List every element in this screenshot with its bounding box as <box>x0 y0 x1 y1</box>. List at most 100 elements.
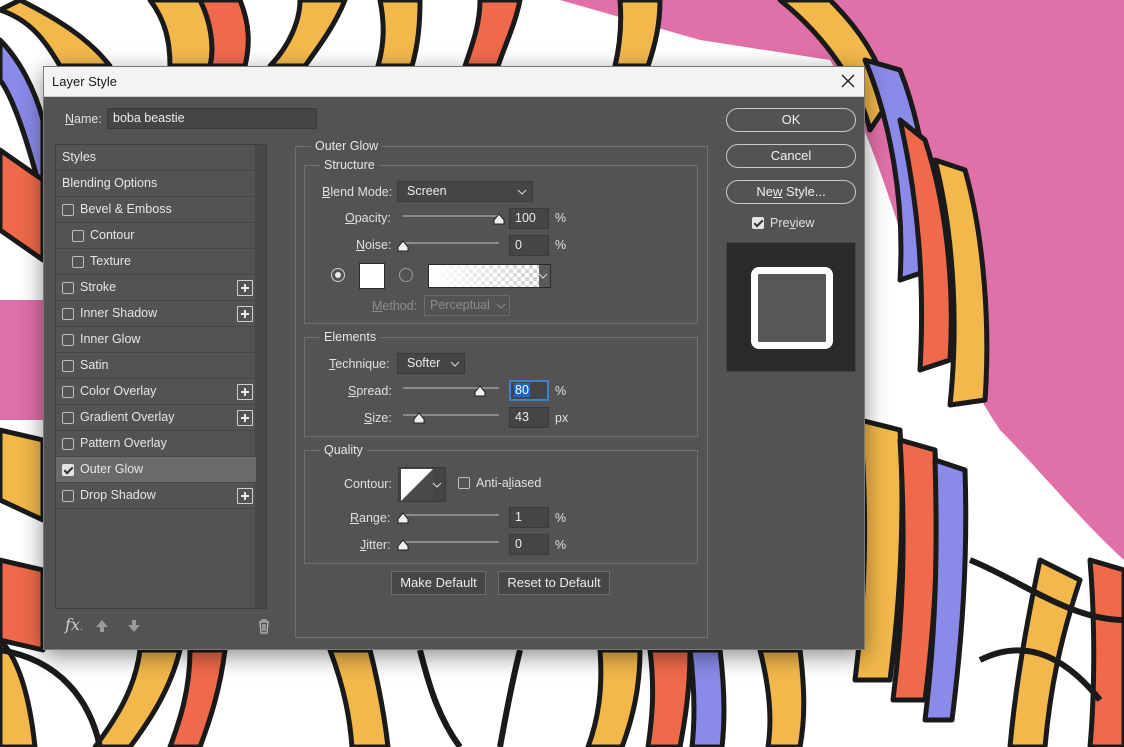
style-list-item-inner-glow[interactable]: Inner Glow <box>56 327 256 353</box>
range-slider-track[interactable] <box>403 514 499 516</box>
style-list-item-styles[interactable]: Styles <box>56 145 256 171</box>
style-list-item-label: Texture <box>90 254 131 268</box>
jitter-unit: % <box>555 538 567 552</box>
style-preview <box>726 242 856 372</box>
size-label: Size: <box>364 411 392 425</box>
style-checkbox[interactable] <box>62 282 74 294</box>
noise-input[interactable]: 0 <box>509 235 549 256</box>
solid-color-radio[interactable] <box>331 268 345 282</box>
new-style-button[interactable]: New Style... <box>726 180 856 204</box>
make-default-button[interactable]: Make Default <box>391 571 486 595</box>
style-list-item-inner-shadow[interactable]: Inner Shadow <box>56 301 256 327</box>
style-list-item-gradient-overlay[interactable]: Gradient Overlay <box>56 405 256 431</box>
style-list-item-contour[interactable]: Contour <box>56 223 256 249</box>
opacity-label: Opacity: <box>345 211 391 225</box>
style-checkbox[interactable] <box>62 334 74 346</box>
method-value: Perceptual <box>430 298 490 312</box>
style-checkbox[interactable] <box>62 360 74 372</box>
name-field[interactable]: boba beastie <box>107 108 317 129</box>
style-list-item-outer-glow[interactable]: Outer Glow <box>56 457 256 483</box>
spread-slider-thumb[interactable] <box>474 385 486 397</box>
preview-checkbox[interactable] <box>752 217 764 229</box>
reset-to-default-button[interactable]: Reset to Default <box>498 571 610 595</box>
style-checkbox[interactable] <box>62 204 74 216</box>
opacity-slider-thumb[interactable] <box>493 213 505 225</box>
jitter-input[interactable]: 0 <box>509 534 549 555</box>
style-checkbox[interactable] <box>62 386 74 398</box>
add-icon[interactable] <box>237 410 253 426</box>
spread-unit: % <box>555 384 567 398</box>
add-icon[interactable] <box>237 488 253 504</box>
range-input[interactable]: 1 <box>509 507 549 528</box>
style-list-item-blending-options[interactable]: Blending Options <box>56 171 256 197</box>
cancel-button[interactable]: Cancel <box>726 144 856 168</box>
window-title: Layer Style <box>52 74 118 89</box>
style-list-item-stroke[interactable]: Stroke <box>56 275 256 301</box>
style-list-item-label: Outer Glow <box>80 462 144 476</box>
add-icon[interactable] <box>237 306 253 322</box>
add-icon[interactable] <box>237 384 253 400</box>
noise-slider-thumb[interactable] <box>397 240 409 252</box>
style-checkbox[interactable] <box>72 256 84 268</box>
size-slider-thumb[interactable] <box>413 412 425 424</box>
style-list-item-pattern-overlay[interactable]: Pattern Overlay <box>56 431 256 457</box>
style-list-item-bevel-emboss[interactable]: Bevel & Emboss <box>56 197 256 223</box>
style-list-item-texture[interactable]: Texture <box>56 249 256 275</box>
spread-input[interactable]: 80 <box>509 380 549 401</box>
blend-mode-select[interactable]: Screen <box>397 181 533 202</box>
structure-title: Structure <box>320 158 379 172</box>
size-input[interactable]: 43 <box>509 407 549 428</box>
style-list-item-satin[interactable]: Satin <box>56 353 256 379</box>
technique-select[interactable]: Softer <box>397 353 465 374</box>
style-checkbox[interactable] <box>62 308 74 320</box>
blend-mode-value: Screen <box>407 184 447 198</box>
jitter-label: Jitter: <box>360 538 391 552</box>
jitter-slider-track[interactable] <box>403 541 499 543</box>
style-list-item-label: Gradient Overlay <box>80 410 175 424</box>
gradient-radio[interactable] <box>399 268 413 282</box>
technique-value: Softer <box>407 356 441 370</box>
contour-preview-icon <box>401 469 433 501</box>
trash-icon[interactable] <box>256 618 272 634</box>
preview-thumbnail <box>751 267 833 349</box>
chevron-down-icon <box>496 303 506 309</box>
gradient-picker[interactable] <box>428 264 551 288</box>
blend-mode-label: Blend Mode: <box>322 185 393 199</box>
chevron-down-icon <box>538 273 548 279</box>
range-unit: % <box>555 511 567 525</box>
style-checkbox[interactable] <box>62 464 74 476</box>
style-list-item-label: Blending Options <box>62 176 158 190</box>
glow-color-swatch[interactable] <box>359 263 385 289</box>
method-select[interactable]: Perceptual <box>424 295 510 316</box>
name-label: Name: <box>65 112 102 126</box>
style-list-item-label: Color Overlay <box>80 384 157 398</box>
style-list-item-label: Inner Shadow <box>80 306 158 320</box>
fx-icon[interactable]: fx. <box>65 615 83 634</box>
jitter-slider-thumb[interactable] <box>397 539 409 551</box>
style-list-item-drop-shadow[interactable]: Drop Shadow <box>56 483 256 509</box>
add-icon[interactable] <box>237 280 253 296</box>
move-up-icon[interactable] <box>94 618 110 634</box>
technique-label: Technique: <box>329 357 390 371</box>
ok-button[interactable]: OK <box>726 108 856 132</box>
quality-title: Quality <box>320 443 367 457</box>
style-list-item-color-overlay[interactable]: Color Overlay <box>56 379 256 405</box>
style-checkbox[interactable] <box>62 412 74 424</box>
range-slider-thumb[interactable] <box>397 512 409 524</box>
style-list-item-label: Styles <box>62 150 97 164</box>
style-checkbox[interactable] <box>62 490 74 502</box>
close-icon[interactable] <box>838 71 858 91</box>
style-checkbox[interactable] <box>72 230 84 242</box>
style-list-item-label: Inner Glow <box>80 332 141 346</box>
noise-slider-track[interactable] <box>403 242 499 244</box>
move-down-icon[interactable] <box>126 618 142 634</box>
contour-picker[interactable] <box>398 467 446 502</box>
style-list-scrollbar[interactable] <box>255 145 266 608</box>
style-list-item-label: Pattern Overlay <box>80 436 167 450</box>
noise-unit: % <box>555 238 567 252</box>
anti-aliased-checkbox[interactable] <box>458 477 470 489</box>
opacity-slider-track[interactable] <box>403 215 499 217</box>
opacity-input[interactable]: 100 <box>509 208 549 229</box>
style-checkbox[interactable] <box>62 438 74 450</box>
method-label: Method: <box>372 299 418 313</box>
